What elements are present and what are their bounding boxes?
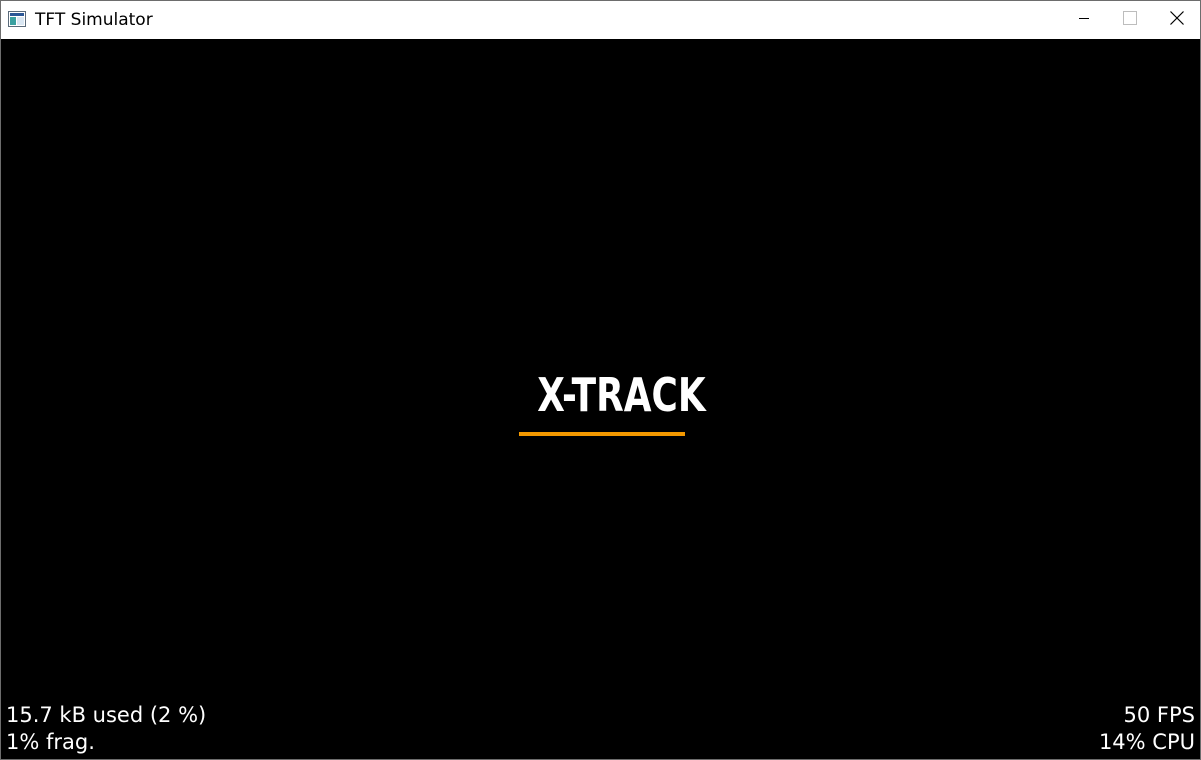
close-icon [1169, 10, 1184, 30]
logo-underline [519, 432, 685, 436]
fps-label: 50 FPS [1123, 703, 1195, 727]
close-button[interactable] [1153, 1, 1200, 39]
maximize-button[interactable] [1107, 1, 1153, 39]
logo-text: X-TRACK [537, 368, 706, 422]
tft-display[interactable]: X-TRACK 15.7 kB used (2 %) 1% frag. 50 F… [1, 39, 1200, 759]
simulator-window: TFT Simulator X-TRACK 15.7 kB used (2 %)… [0, 0, 1201, 760]
minimize-icon [1078, 11, 1090, 29]
maximize-icon [1123, 10, 1137, 30]
title-bar[interactable]: TFT Simulator [1, 1, 1200, 39]
app-window-icon [8, 11, 26, 27]
window-title: TFT Simulator [35, 10, 153, 30]
memory-fragmentation-label: 1% frag. [6, 730, 95, 754]
minimize-button[interactable] [1061, 1, 1107, 39]
cpu-usage-label: 14% CPU [1098, 730, 1195, 754]
x-track-logo: X-TRACK [519, 368, 706, 436]
memory-used-label: 15.7 kB used (2 %) [6, 703, 207, 727]
